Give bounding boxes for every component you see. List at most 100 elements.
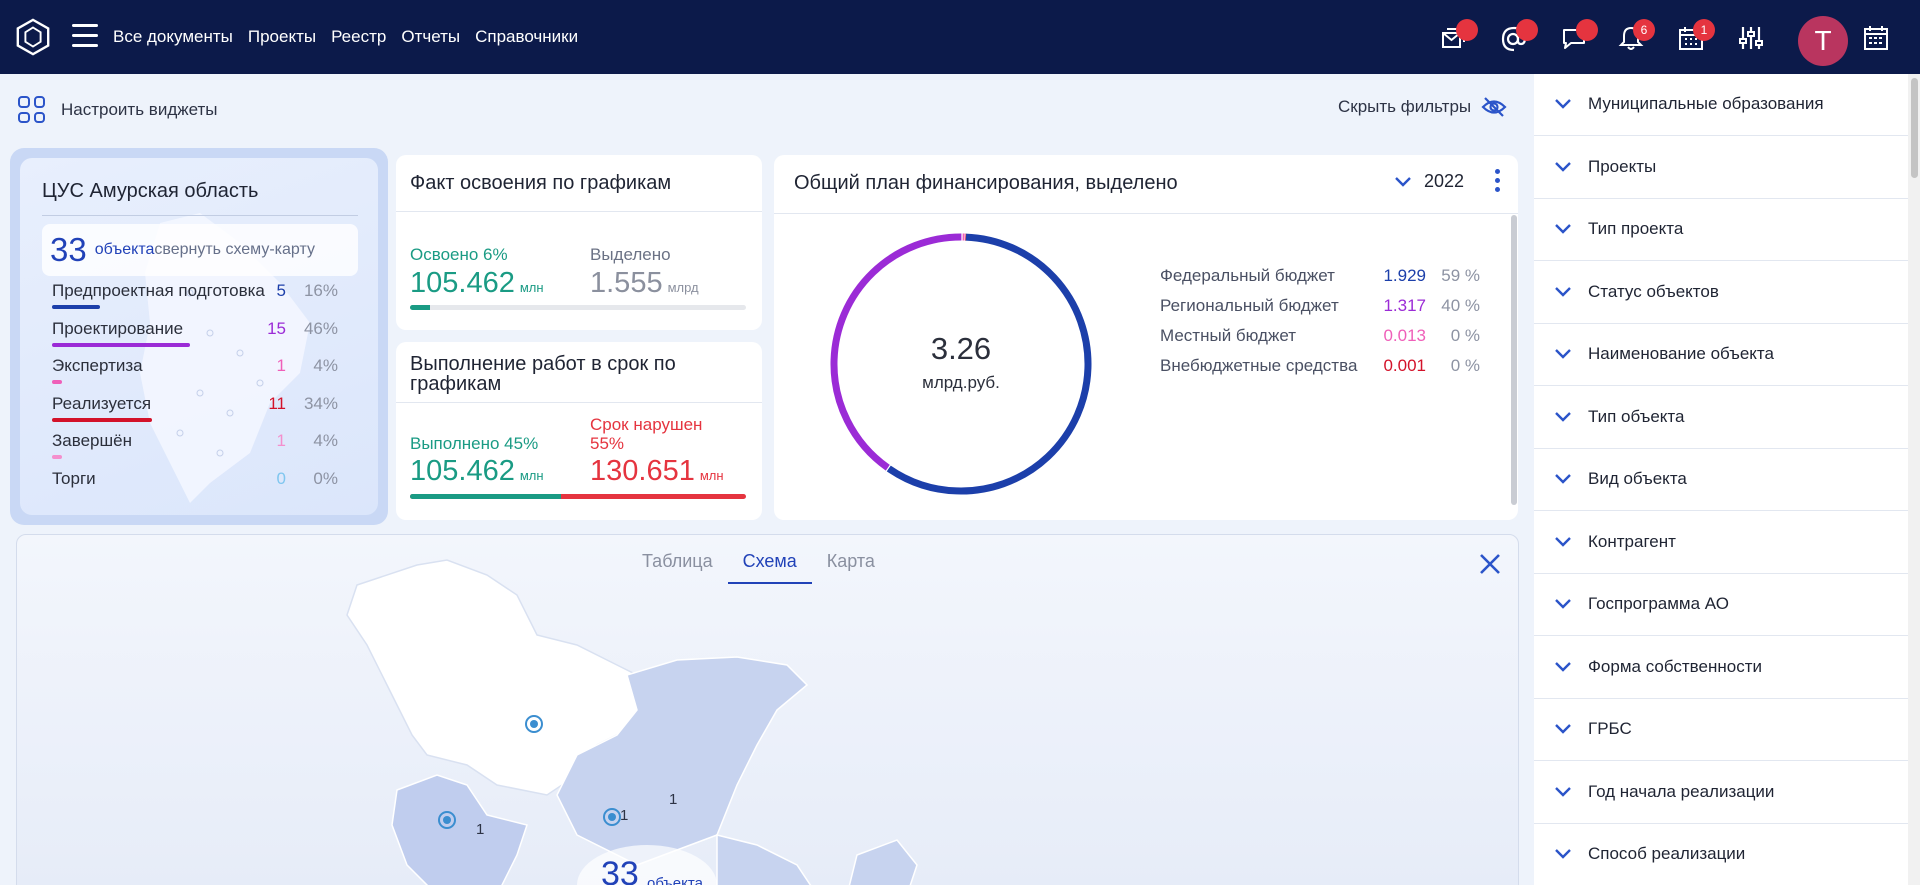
filter-item-label: ГРБС bbox=[1588, 719, 1632, 738]
filter-item-label: Статус объектов bbox=[1588, 281, 1719, 301]
filter-item[interactable]: Госпрограмма АО bbox=[1534, 574, 1908, 636]
filter-item[interactable]: Наименование объекта bbox=[1534, 324, 1908, 386]
cus-status-percent: 4% bbox=[313, 356, 338, 375]
cus-status-row[interactable]: Завершён 1 4% bbox=[52, 431, 362, 463]
filter-item[interactable]: Форма собственности bbox=[1534, 637, 1908, 699]
year-selector[interactable]: 2022 bbox=[1394, 171, 1464, 192]
filter-item[interactable]: Способ реализации bbox=[1534, 824, 1908, 885]
funding-source-name: Местный бюджет bbox=[1160, 326, 1296, 345]
chevron-down-icon bbox=[1395, 176, 1411, 187]
filter-item[interactable]: Контрагент bbox=[1534, 512, 1908, 574]
cus-status-label: Торги bbox=[52, 468, 96, 488]
hide-filters-button[interactable]: Скрыть фильтры bbox=[1338, 96, 1507, 118]
cus-status-label: Экспертиза bbox=[52, 356, 143, 375]
chevron-down-icon bbox=[1555, 349, 1571, 359]
plan-more-menu-icon[interactable] bbox=[1490, 169, 1504, 197]
filter-item-label: Наименование объекта bbox=[1588, 344, 1774, 363]
cus-status-count: 0 bbox=[276, 468, 286, 488]
filter-item[interactable]: Вид объекта bbox=[1534, 449, 1908, 511]
funding-legend-row: Местный бюджет 0.013 0 % bbox=[1160, 326, 1500, 352]
map-panel: 1 1 1 33 объекта Таблица Схема Карта bbox=[16, 534, 1519, 885]
nav-registry[interactable]: Реестр bbox=[331, 27, 386, 47]
funding-legend-row: Федеральный бюджет 1.929 59 % bbox=[1160, 266, 1500, 292]
close-icon[interactable] bbox=[1475, 549, 1505, 579]
nav-reports[interactable]: Отчеты bbox=[401, 27, 460, 47]
widgets-grid-icon bbox=[18, 96, 45, 123]
chevron-down-icon bbox=[1555, 224, 1571, 234]
cus-status-row[interactable]: Проектирование 15 46% bbox=[52, 319, 362, 351]
cus-divider bbox=[42, 215, 358, 216]
plan-divider bbox=[774, 213, 1518, 214]
cus-status-count: 15 bbox=[267, 318, 286, 338]
cus-status-bar bbox=[52, 417, 152, 422]
funding-legend-row: Региональный бюджет 1.317 40 % bbox=[1160, 296, 1500, 322]
cus-status-percent: 16% bbox=[303, 281, 338, 300]
bell-icon[interactable]: 6 bbox=[1617, 19, 1655, 52]
page-scrollbar[interactable] bbox=[1908, 74, 1920, 885]
collapse-map-link[interactable]: свернуть схему-карту bbox=[154, 241, 315, 259]
funding-legend-row: Внебюджетные средства 0.001 0 % bbox=[1160, 356, 1500, 382]
filter-item-label: Год начала реализации bbox=[1588, 781, 1775, 801]
cus-status-percent: 46% bbox=[303, 318, 338, 338]
fact-progress-bar bbox=[410, 305, 746, 310]
calendar-grid-icon[interactable]: 1 bbox=[1677, 19, 1715, 52]
tab-map[interactable]: Карта bbox=[812, 551, 890, 584]
cus-status-row[interactable]: Реализуется 11 34% bbox=[52, 394, 362, 426]
cus-status-row[interactable]: Торги 0 0% bbox=[52, 469, 362, 501]
app-logo-icon[interactable] bbox=[14, 18, 52, 56]
configure-widgets-label: Настроить виджеты bbox=[61, 99, 218, 119]
cus-status-bar bbox=[52, 380, 62, 384]
exec-title: Выполнение работ в срок по графикам bbox=[410, 353, 676, 395]
menu-burger-icon[interactable] bbox=[72, 24, 98, 48]
cus-status-row[interactable]: Экспертиза 1 4% bbox=[52, 356, 362, 388]
mail-icon[interactable] bbox=[1440, 19, 1478, 52]
exec-widget: Выполнение работ в срок по графикам Выпо… bbox=[396, 342, 762, 520]
chevron-down-icon bbox=[1555, 286, 1571, 297]
fact-widget: Факт освоения по графикам Освоено 6% 105… bbox=[396, 155, 762, 330]
nav-all-documents[interactable]: Все документы bbox=[113, 27, 233, 47]
at-mention-icon[interactable] bbox=[1500, 19, 1538, 52]
cus-status-label: Завершён bbox=[52, 431, 132, 450]
cus-status-row[interactable]: Предпроектная подготовка 5 16% bbox=[52, 281, 362, 313]
plan-scrollbar[interactable] bbox=[1511, 215, 1517, 505]
configure-widgets-button[interactable]: Настроить виджеты bbox=[18, 96, 218, 123]
tab-table[interactable]: Таблица bbox=[627, 551, 728, 584]
chat-icon[interactable] bbox=[1560, 19, 1598, 52]
filter-item[interactable]: Муниципальные образования bbox=[1534, 74, 1908, 136]
filter-item[interactable]: Статус объектов bbox=[1534, 262, 1908, 324]
calendar-icon[interactable] bbox=[1862, 24, 1890, 52]
nav-projects[interactable]: Проекты bbox=[248, 27, 316, 47]
nav-references[interactable]: Справочники bbox=[475, 27, 578, 47]
filter-item[interactable]: Год начала реализации bbox=[1534, 762, 1908, 824]
cus-count-number: 33 bbox=[50, 231, 87, 268]
donut-total-unit: млрд.руб. bbox=[922, 373, 1000, 392]
map-objects-word: объекта bbox=[647, 875, 703, 885]
funding-source-percent: 0 % bbox=[1450, 326, 1480, 345]
chevron-down-icon bbox=[1555, 849, 1571, 859]
fact-allocated-label: Выделено bbox=[590, 245, 671, 264]
sliders-icon[interactable] bbox=[1737, 24, 1765, 52]
funding-source-value: 1.929 bbox=[1383, 266, 1426, 285]
filter-item[interactable]: Проекты bbox=[1534, 137, 1908, 199]
filter-item[interactable]: Тип проекта bbox=[1534, 199, 1908, 261]
user-avatar[interactable]: Т bbox=[1798, 16, 1848, 66]
funding-source-percent: 0 % bbox=[1450, 356, 1480, 375]
region-schema-map[interactable] bbox=[17, 535, 1519, 885]
map-objects-count: 33 bbox=[601, 855, 639, 885]
cus-status-label: Предпроектная подготовка bbox=[52, 281, 265, 300]
exec-late-value: 130.651 млн bbox=[590, 455, 724, 487]
chevron-down-icon bbox=[1555, 536, 1571, 547]
chevron-down-icon bbox=[1555, 786, 1571, 797]
filter-item[interactable]: Тип объекта bbox=[1534, 387, 1908, 449]
cus-status-bar bbox=[52, 455, 62, 459]
tab-schema[interactable]: Схема bbox=[727, 551, 812, 584]
fact-title: Факт освоения по графикам bbox=[410, 172, 672, 194]
filter-item[interactable]: ГРБС bbox=[1534, 699, 1908, 761]
donut-center: 3.26 млрд.руб. bbox=[826, 229, 1096, 499]
fact-allocated-value: 1.555 млрд bbox=[590, 267, 699, 299]
funding-source-name: Федеральный бюджет bbox=[1160, 266, 1335, 285]
map-marker-label: 1 bbox=[620, 807, 629, 824]
filter-item-label: Вид объекта bbox=[1588, 469, 1687, 488]
main-nav: Все документы Проекты Реестр Отчеты Спра… bbox=[113, 0, 593, 74]
cus-status-count: 11 bbox=[268, 393, 286, 413]
